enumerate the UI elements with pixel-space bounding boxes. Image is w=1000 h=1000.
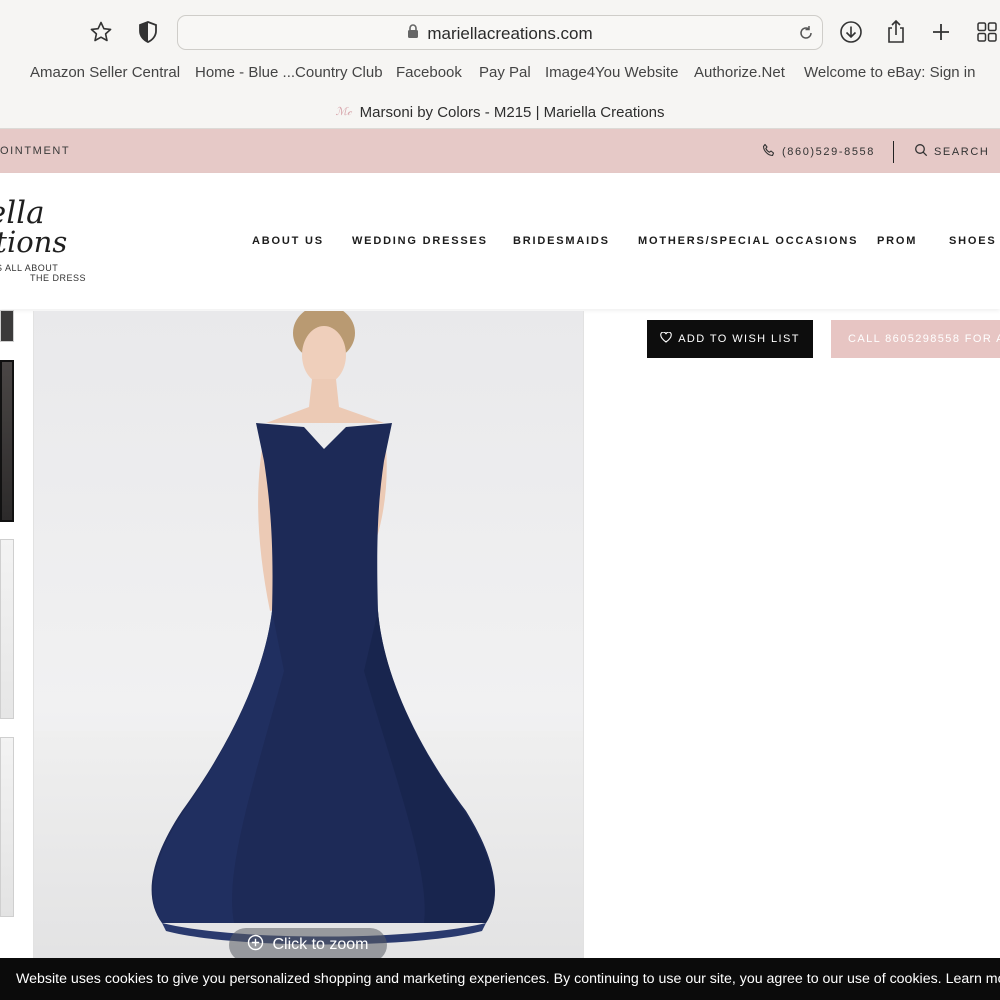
grid-icon[interactable] — [972, 17, 1000, 47]
dress-illustration — [151, 311, 496, 945]
cookie-text: Website uses cookies to give you persona… — [16, 971, 1000, 987]
click-to-zoom-button[interactable]: Click to zoom — [229, 928, 387, 962]
lock-icon — [407, 23, 419, 44]
thumbnail-4[interactable] — [0, 737, 14, 917]
wish-list-label: ADD TO WISH LIST — [678, 333, 800, 345]
zoom-label: Click to zoom — [272, 936, 369, 953]
nav-bridesmaids[interactable]: BRIDESMAIDS — [513, 235, 610, 247]
bookmark-image4you[interactable]: Image4You Website — [545, 64, 678, 81]
search-label: SEARCH — [934, 145, 990, 158]
nav-mothers-special-occasions[interactable]: MOTHERS/SPECIAL OCCASIONS — [638, 235, 858, 247]
zoom-plus-icon — [247, 934, 264, 956]
add-to-wish-list-button[interactable]: ADD TO WISH LIST — [647, 320, 813, 358]
logo-tagline-2: THE DRESS — [30, 273, 87, 283]
bookmark-authorize-net[interactable]: Authorize.Net — [694, 64, 785, 81]
download-icon[interactable] — [836, 17, 866, 47]
nav-prom[interactable]: PROM — [877, 235, 917, 247]
share-icon[interactable] — [881, 17, 911, 47]
active-tab[interactable]: ℳ𝒸 Marsoni by Colors - M215 | Mariella C… — [0, 100, 1000, 124]
call-label: CALL 8605298558 FOR AV — [848, 333, 1000, 345]
site-logo[interactable]: iella ations S ALL ABOUT THE DRESS — [0, 195, 98, 285]
search-icon — [914, 143, 928, 160]
product-main-image[interactable] — [33, 311, 584, 971]
call-for-availability-button[interactable]: CALL 8605298558 FOR AV — [831, 320, 1000, 358]
bookmarks-bar: Amazon Seller Central Home - Blue ...Cou… — [0, 64, 1000, 86]
logo-line-2: ations — [0, 225, 68, 259]
plus-icon[interactable] — [926, 17, 956, 47]
phone-icon — [762, 143, 776, 160]
thumbnail-1[interactable] — [0, 310, 14, 342]
address-bar[interactable]: mariellacreations.com — [177, 15, 823, 50]
bookmark-ebay[interactable]: Welcome to eBay: Sign in — [804, 64, 975, 81]
nav-about-us[interactable]: ABOUT US — [252, 235, 324, 247]
star-icon[interactable] — [86, 17, 116, 47]
logo-tagline-1: S ALL ABOUT — [0, 263, 59, 273]
bookmark-amazon[interactable]: Amazon Seller Central — [30, 64, 180, 81]
search-button[interactable]: SEARCH — [914, 143, 989, 160]
nav-wedding-dresses[interactable]: WEDDING DRESSES — [352, 235, 488, 247]
reload-icon[interactable] — [796, 23, 816, 43]
site-header: iella ations S ALL ABOUT THE DRESS ABOUT… — [0, 173, 1000, 309]
phone-link[interactable]: (860)529-8558 — [762, 143, 875, 160]
nav-shoes[interactable]: SHOES — [949, 235, 997, 247]
tab-title: Marsoni by Colors - M215 | Mariella Crea… — [359, 103, 665, 121]
site-topbar: OINTMENT (860)529-8558 SEARCH — [0, 129, 1000, 173]
url-text: mariellacreations.com — [427, 23, 593, 43]
bookmark-facebook[interactable]: Facebook — [396, 64, 462, 81]
bookmark-paypal[interactable]: Pay Pal — [479, 64, 531, 81]
topbar-divider — [893, 141, 894, 163]
phone-number: (860)529-8558 — [782, 145, 875, 158]
browser-toolbar: mariellacreations.com Amazon Seller Cent… — [0, 0, 1000, 129]
appointment-link[interactable]: OINTMENT — [0, 145, 70, 157]
cookie-banner: Website uses cookies to give you persona… — [0, 958, 1000, 1000]
favicon-icon: ℳ𝒸 — [335, 105, 352, 118]
bookmark-home-country-club[interactable]: Home - Blue ...Country Club — [195, 64, 383, 81]
shield-icon[interactable] — [133, 17, 163, 47]
thumbnail-2[interactable] — [0, 360, 14, 522]
thumbnail-3[interactable] — [0, 539, 14, 719]
heart-icon — [660, 331, 672, 346]
